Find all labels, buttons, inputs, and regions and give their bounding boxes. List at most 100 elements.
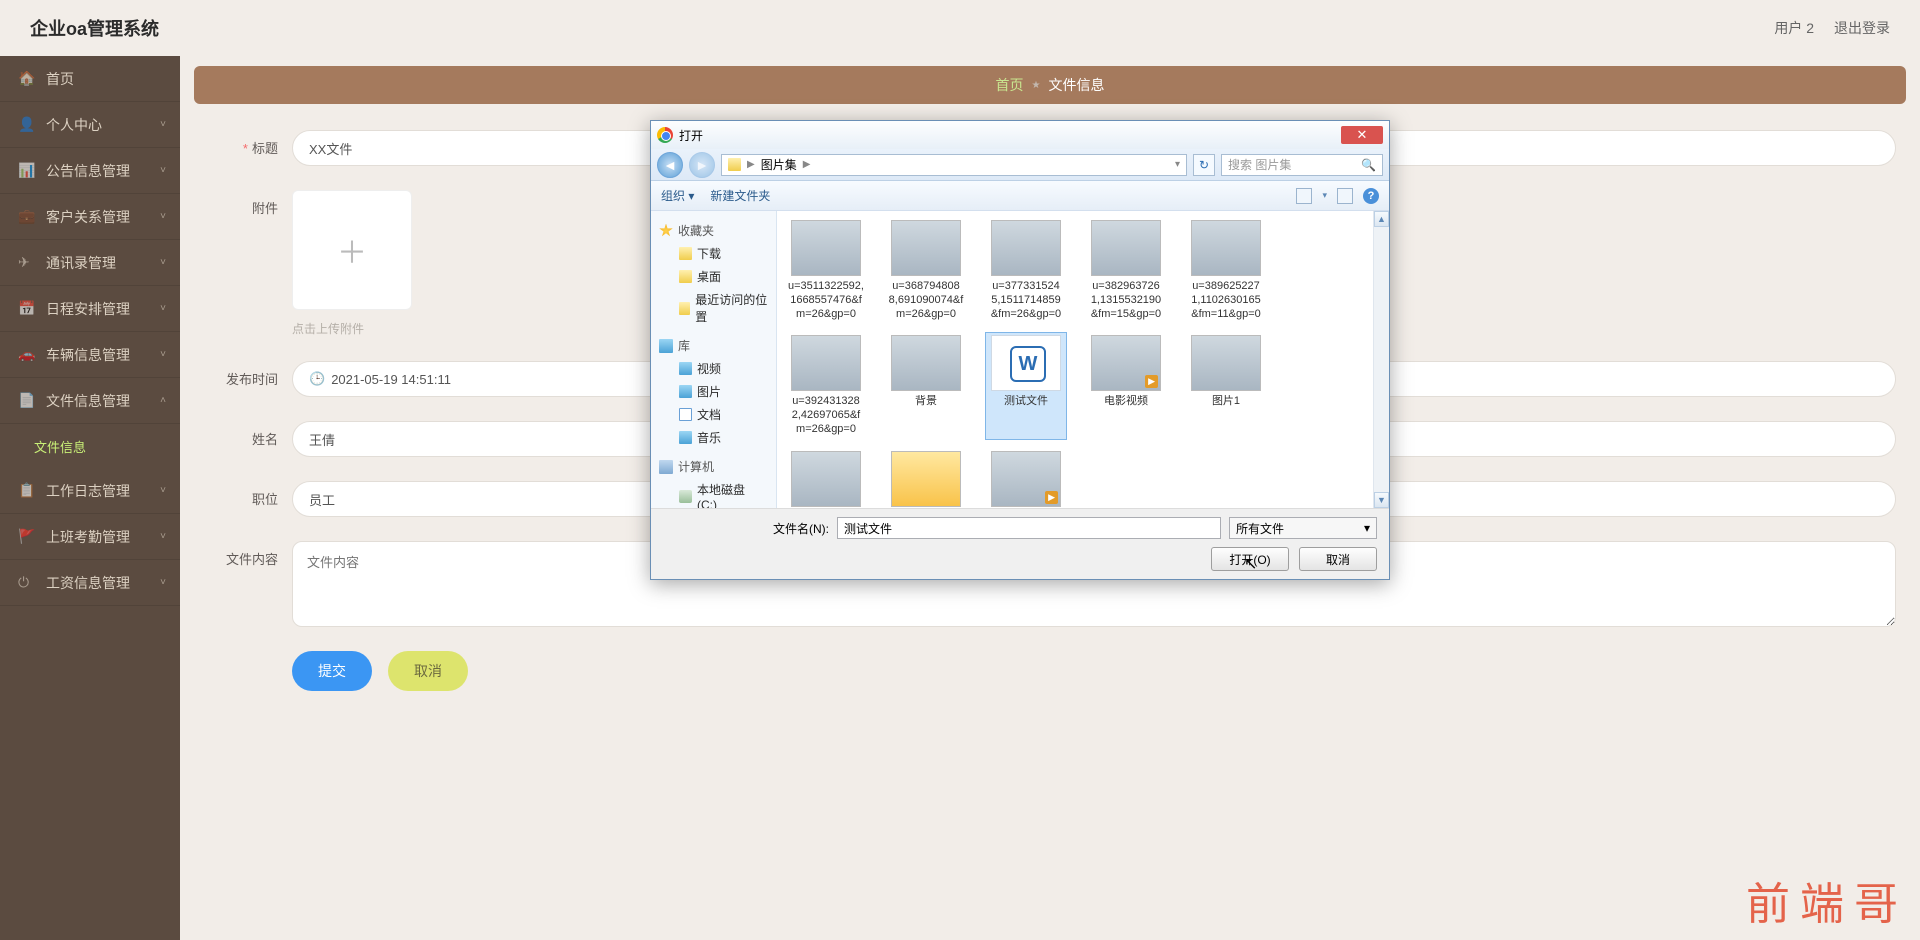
scrollbar[interactable]: ▲ ▼ [1373, 211, 1389, 508]
tree-item-videos[interactable]: 视频 [659, 357, 768, 380]
logout-link[interactable]: 退出登录 [1834, 18, 1890, 38]
tree-item-pictures[interactable]: 图片 [659, 380, 768, 403]
file-item[interactable]: u=3829637261,1315532190&fm=15&gp=0 [1085, 217, 1167, 324]
sidebar-item-attendance[interactable]: 🚩 上班考勤管理 ˅ [0, 514, 180, 560]
sidebar-item-customer[interactable]: 💼 客户关系管理 ˅ [0, 194, 180, 240]
close-button[interactable]: ✕ [1341, 126, 1383, 144]
file-item[interactable]: u=3687948088,691090074&fm=26&gp=0 [885, 217, 967, 324]
nav-back-button[interactable]: ◄ [657, 152, 683, 178]
nav-forward-button[interactable]: ► [689, 152, 715, 178]
chevron-down-icon: ˅ [160, 485, 166, 496]
path-segment[interactable]: 图片集 [761, 156, 797, 173]
chevron-down-icon: ˅ [160, 303, 166, 314]
file-name: u=3773315245,1511714859&fm=26&gp=0 [988, 280, 1064, 321]
file-grid[interactable]: u=3511322592,1668557476&fm=26&gp=0 u=3687… [777, 211, 1373, 508]
file-item[interactable]: 图片11 [785, 448, 867, 509]
organize-menu[interactable]: 组织 ▾ [661, 187, 694, 204]
sidebar-item-label: 通讯录管理 [46, 253, 116, 273]
breadcrumb-home[interactable]: 首页 [996, 75, 1024, 95]
sidebar-item-label: 首页 [46, 69, 74, 89]
chevron-right-icon: ▶ [803, 159, 811, 170]
sidebar-item-schedule[interactable]: 📅 日程安排管理 ˅ [0, 286, 180, 332]
file-name: u=3924313282,42697065&fm=26&gp=0 [788, 395, 864, 436]
log-icon: 📋 [18, 482, 36, 500]
new-folder-button[interactable]: 新建文件夹 [710, 187, 770, 204]
tree-item-recent[interactable]: 最近访问的位置 [659, 288, 768, 328]
sidebar-item-contacts[interactable]: ✈ 通讯录管理 ˅ [0, 240, 180, 286]
user-label[interactable]: 用户 2 [1774, 18, 1814, 38]
chevron-down-icon: ˅ [160, 211, 166, 222]
view-mode-button[interactable] [1296, 188, 1312, 204]
file-name: 图片1 [1188, 395, 1264, 409]
file-thumbnail [891, 335, 961, 391]
open-button[interactable]: 打开(O) [1211, 547, 1289, 571]
close-icon: ✕ [1357, 127, 1368, 143]
file-item[interactable]: 测试文件 [985, 332, 1067, 439]
scroll-up-button[interactable]: ▲ [1374, 211, 1389, 227]
path-bar[interactable]: ▶ 图片集 ▶ ▾ [721, 154, 1187, 176]
file-thumbnail [791, 451, 861, 507]
file-filter-select[interactable]: 所有文件 ▾ [1229, 517, 1377, 539]
sidebar-item-label: 上班考勤管理 [46, 527, 130, 547]
sidebar-item-home[interactable]: 🏠 首页 [0, 56, 180, 102]
chevron-down-icon: ˅ [160, 257, 166, 268]
chevron-down-icon: ˅ [160, 165, 166, 176]
library-icon [659, 339, 673, 353]
sidebar-item-announcement[interactable]: 📊 公告信息管理 ˅ [0, 148, 180, 194]
dialog-toolbar: 组织 ▾ 新建文件夹 ▾ ? [651, 181, 1389, 211]
submit-button[interactable]: 提交 [292, 651, 372, 691]
label-title: *标题 [204, 130, 292, 157]
dialog-cancel-button[interactable]: 取消 [1299, 547, 1377, 571]
sidebar-item-vehicle[interactable]: 🚗 车辆信息管理 ˅ [0, 332, 180, 378]
file-thumbnail [1191, 335, 1261, 391]
tree-libraries[interactable]: 库 [659, 334, 768, 357]
file-thumbnail [1091, 220, 1161, 276]
file-name: u=3687948088,691090074&fm=26&gp=0 [888, 280, 964, 321]
tree-item-music[interactable]: 音乐 [659, 426, 768, 449]
file-item[interactable]: u=3896252271,1102630165&fm=11&gp=0 [1185, 217, 1267, 324]
sidebar-item-worklog[interactable]: 📋 工作日志管理 ˅ [0, 468, 180, 514]
file-item[interactable]: 图片1 [1185, 332, 1267, 439]
sidebar-item-salary[interactable]: ⏻ 工资信息管理 ˅ [0, 560, 180, 606]
sidebar-item-personal[interactable]: 👤 个人中心 ˅ [0, 102, 180, 148]
chevron-down-icon[interactable]: ▾ [1175, 159, 1180, 170]
file-item[interactable]: u=3511322592,1668557476&fm=26&gp=0 [785, 217, 867, 324]
scroll-down-button[interactable]: ▼ [1374, 492, 1389, 508]
briefcase-icon: 💼 [18, 208, 36, 226]
tree-item-desktop[interactable]: 桌面 [659, 265, 768, 288]
preview-pane-button[interactable] [1337, 188, 1353, 204]
file-thumbnail [891, 220, 961, 276]
file-name: u=3896252271,1102630165&fm=11&gp=0 [1188, 280, 1264, 321]
tree-computer[interactable]: 计算机 [659, 455, 768, 478]
tree-favorites[interactable]: 收藏夹 [659, 219, 768, 242]
search-input[interactable]: 搜索 图片集 🔍 [1221, 154, 1383, 176]
cancel-button[interactable]: 取消 [388, 651, 468, 691]
flag-icon: 🚩 [18, 528, 36, 546]
tree-item-downloads[interactable]: 下载 [659, 242, 768, 265]
sidebar-item-files[interactable]: 📄 文件信息管理 ˄ [0, 378, 180, 424]
upload-box[interactable]: ＋ [292, 190, 412, 310]
dialog-titlebar[interactable]: 打开 ✕ [651, 121, 1389, 149]
chevron-down-icon: ˅ [160, 349, 166, 360]
refresh-button[interactable]: ↻ [1193, 154, 1215, 176]
file-item[interactable]: 文件 [885, 448, 967, 509]
chevron-down-icon[interactable]: ▾ [1322, 190, 1327, 201]
label-position: 职位 [204, 481, 292, 508]
label-publishtime: 发布时间 [204, 361, 292, 388]
tree-item-drive-c[interactable]: 本地磁盘 (C:) [659, 478, 768, 508]
folder-icon [679, 302, 690, 315]
tree-item-documents[interactable]: 文档 [659, 403, 768, 426]
file-item[interactable]: 嗅事 [985, 448, 1067, 509]
file-item[interactable]: u=3924313282,42697065&fm=26&gp=0 [785, 332, 867, 439]
folder-tree: 收藏夹 下载 桌面 最近访问的位置 库 视频 图片 文档 音乐 计算机 本地磁盘… [651, 211, 777, 508]
filename-input[interactable] [837, 517, 1221, 539]
chrome-icon [657, 127, 673, 143]
file-item[interactable]: 电影视频 [1085, 332, 1167, 439]
file-item[interactable]: u=3773315245,1511714859&fm=26&gp=0 [985, 217, 1067, 324]
sidebar: 🏠 首页 👤 个人中心 ˅ 📊 公告信息管理 ˅ 💼 客户关系管理 ˅ ✈ 通讯… [0, 56, 180, 940]
sidebar-sub-fileinfo[interactable]: 文件信息 [0, 424, 180, 468]
sidebar-item-label: 公告信息管理 [46, 161, 130, 181]
file-item[interactable]: 背景 [885, 332, 967, 439]
chevron-up-icon: ˄ [160, 395, 166, 406]
help-button[interactable]: ? [1363, 188, 1379, 204]
